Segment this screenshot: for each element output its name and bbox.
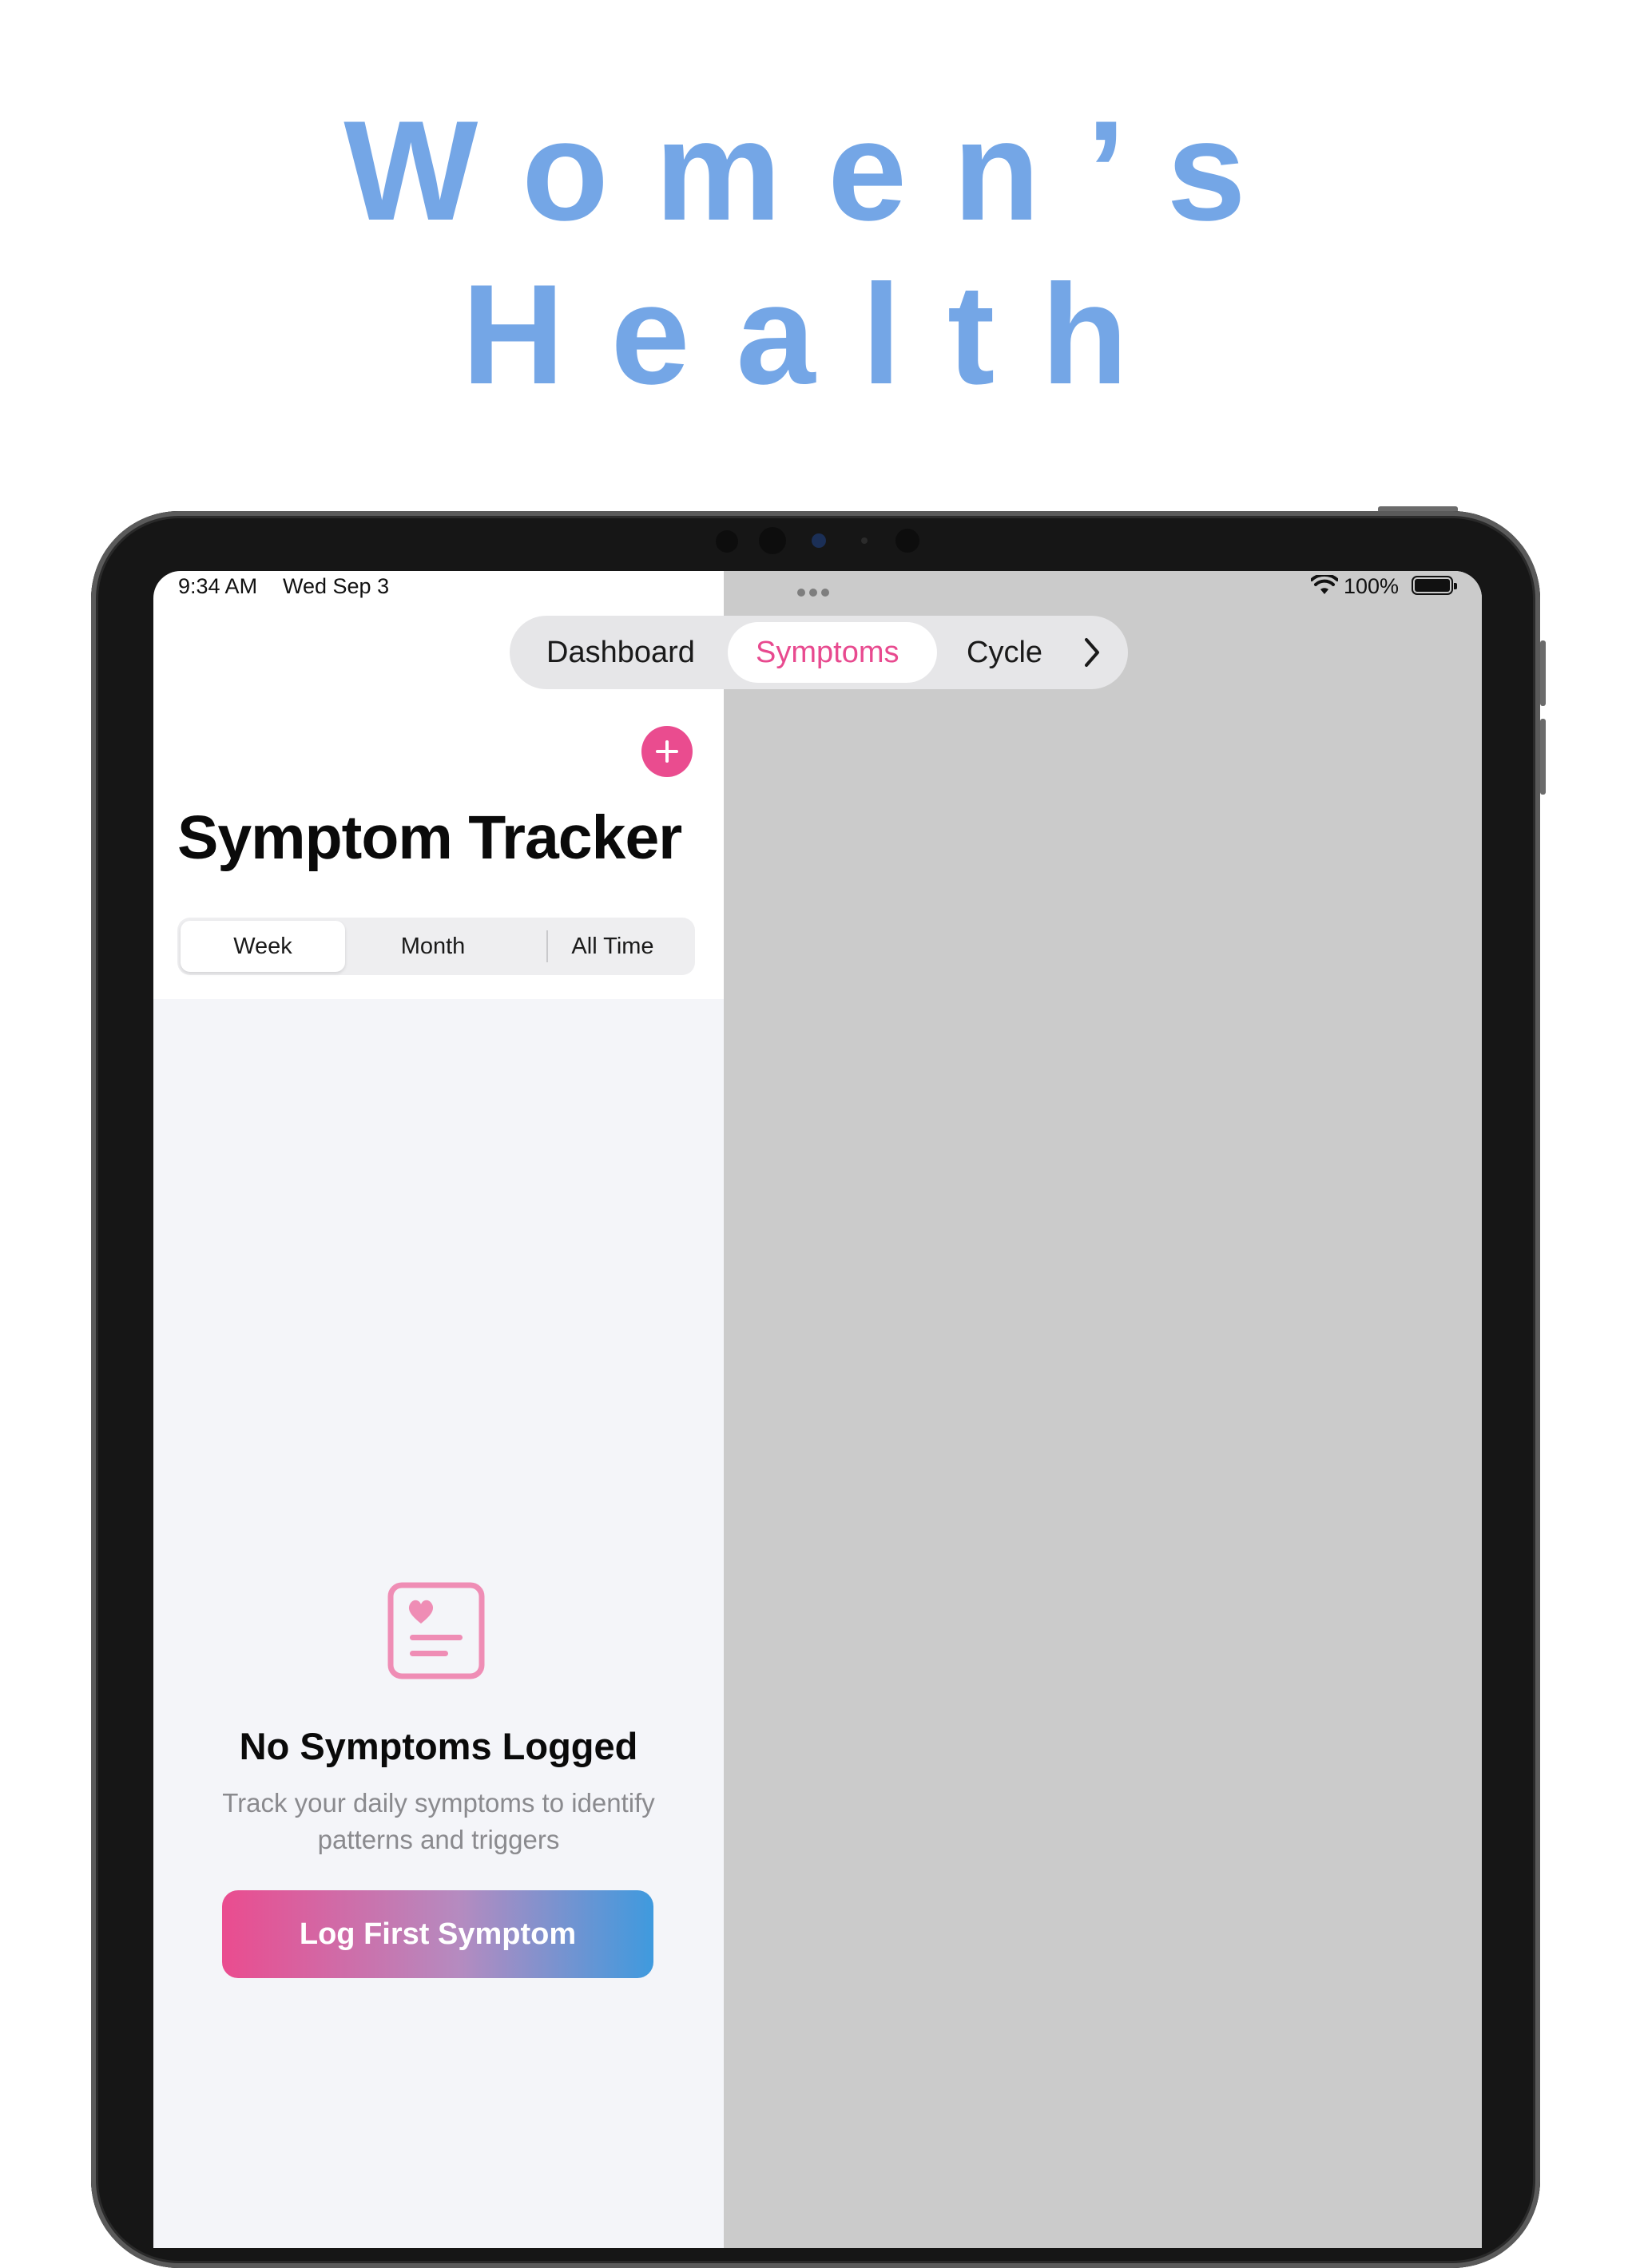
tab-dashboard[interactable]: Dashboard (546, 616, 695, 689)
status-date: Wed Sep 3 (283, 574, 390, 598)
battery-percent: 100% (1344, 574, 1400, 598)
detail-pane (724, 571, 1482, 2248)
status-bar: 9:34 AM Wed Sep 3 100% (153, 571, 1482, 598)
range-month[interactable]: Month (347, 918, 519, 975)
add-symptom-button[interactable] (641, 726, 693, 777)
status-time: 9:34 AM (178, 574, 258, 598)
tab-symptoms[interactable]: Symptoms (756, 616, 899, 689)
multitasking-dots-icon[interactable] (797, 577, 833, 602)
tab-cycle[interactable]: Cycle (967, 616, 1042, 689)
range-week[interactable]: Week (181, 921, 345, 972)
empty-state-description: Track your daily symptoms to identify pa… (222, 1788, 655, 1854)
page-title: Symptom Tracker (177, 803, 682, 872)
headline-line-1: Women’s (343, 91, 1293, 250)
log-first-symptom-button[interactable]: Log First Symptom (222, 1890, 653, 1978)
heart-card-icon (387, 1582, 485, 1679)
device-volume-down-button (1540, 719, 1546, 795)
device-volume-up-button (1540, 640, 1546, 706)
range-all-time[interactable]: All Time (529, 918, 697, 975)
battery-icon (1412, 576, 1457, 595)
headline-line-2: Health (462, 255, 1174, 414)
empty-state-title: No Symptoms Logged (239, 1725, 638, 1767)
time-range-picker: Week Month All Time (177, 918, 695, 975)
wifi-icon (1311, 575, 1338, 594)
tab-bar: Dashboard Symptoms Cycle (510, 616, 1128, 689)
app-screen: 9:34 AM Wed Sep 3 100% Dashboard Symptom… (153, 571, 1482, 2248)
chevron-right-icon[interactable] (1080, 635, 1104, 670)
